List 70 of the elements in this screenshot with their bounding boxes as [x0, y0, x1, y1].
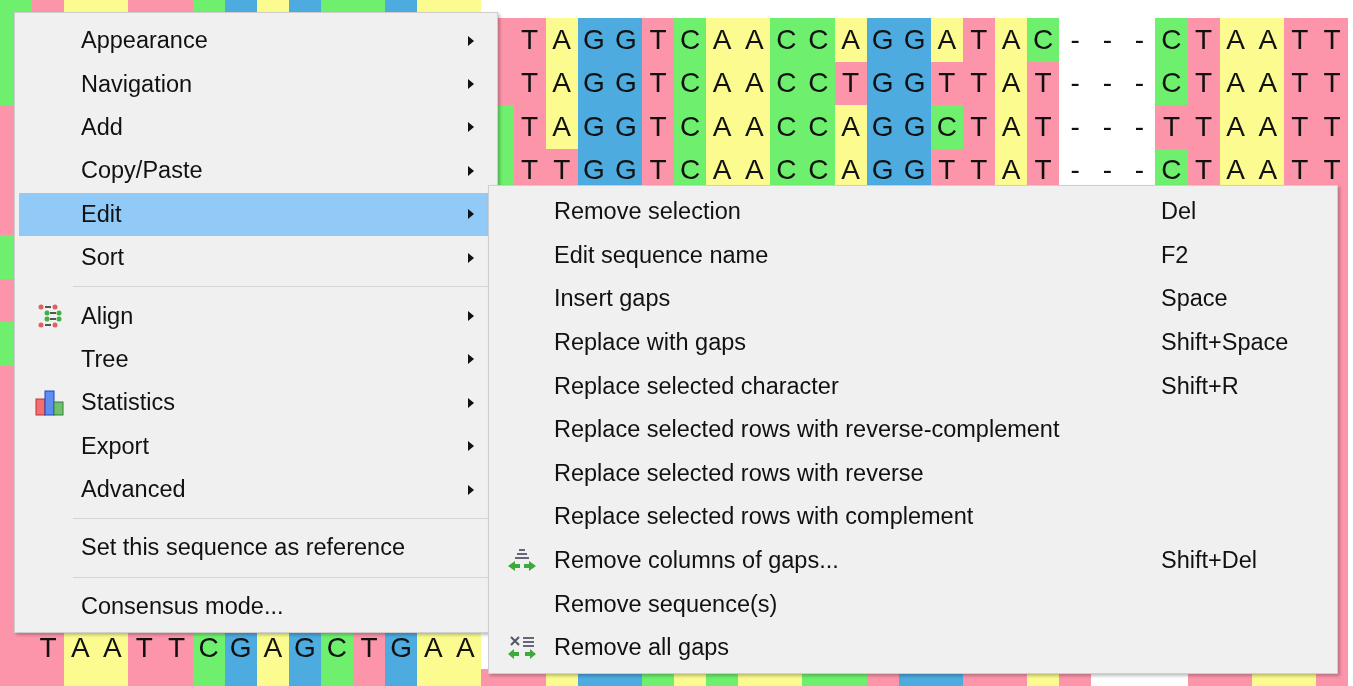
base-cell: A: [738, 18, 771, 62]
base-cell: A: [1251, 18, 1284, 62]
base-cell: C: [770, 18, 803, 62]
base-cell: A: [706, 61, 739, 106]
base-cell: C: [1155, 61, 1188, 106]
base-cell: T: [513, 18, 546, 62]
base-cell: C: [930, 105, 963, 149]
menu-item[interactable]: Appearance: [19, 19, 493, 63]
base-cell: T: [1315, 105, 1348, 149]
shortcut-label: Shift+Space: [1161, 329, 1289, 357]
base-cell: C: [674, 18, 707, 62]
base-cell: A: [738, 61, 771, 106]
base-cell: T: [962, 105, 995, 149]
base-cell: T: [1027, 105, 1060, 149]
menu-item[interactable]: Remove all gaps: [489, 625, 1337, 670]
base-cell: A: [994, 18, 1028, 62]
base-cell: A: [738, 105, 771, 149]
base-cell: A: [834, 105, 867, 149]
menu-item[interactable]: Add: [19, 105, 493, 150]
base-cell: T: [1155, 105, 1188, 149]
shortcut-label: Del: [1161, 198, 1197, 226]
base-cell: C: [770, 105, 803, 149]
base-cell: C: [802, 61, 835, 106]
base-cell: A: [706, 18, 739, 62]
base-cell: C: [802, 105, 835, 149]
base-cell: G: [898, 105, 931, 149]
base-cell: G: [577, 105, 610, 149]
base-cell: A: [1219, 105, 1252, 149]
base-cell: T: [962, 18, 995, 62]
shortcut-label: Shift+R: [1161, 372, 1239, 400]
base-cell: T: [1027, 61, 1060, 106]
base-cell: C: [1155, 18, 1188, 62]
shortcut-label: F2: [1161, 241, 1189, 269]
base-cell: G: [866, 105, 899, 149]
base-cell: T: [1283, 18, 1316, 62]
base-cell: A: [1251, 105, 1284, 149]
base-cell: A: [994, 105, 1028, 149]
base-cell: C: [674, 105, 707, 149]
base-cell: C: [802, 18, 835, 62]
base-cell: G: [609, 105, 642, 149]
base-cell: G: [609, 18, 642, 62]
menu-item[interactable]: Remove sequence(s): [489, 582, 1337, 626]
base-cell: T: [1283, 105, 1316, 149]
base-cell: A: [545, 105, 578, 149]
base-cell: G: [898, 18, 931, 62]
base-cell: C: [674, 61, 707, 106]
align-icon: [37, 303, 63, 330]
base-cell: G: [866, 18, 899, 62]
base-cell: T: [1315, 18, 1348, 62]
base-cell: T: [641, 18, 675, 62]
base-cell: T: [1187, 18, 1220, 62]
shortcut-label: Space: [1161, 285, 1228, 313]
base-cell: C: [770, 61, 803, 106]
base-cell: C: [1027, 18, 1060, 62]
base-cell: A: [1219, 18, 1252, 62]
base-cell: A: [545, 18, 578, 62]
menu-item[interactable]: Copy/Paste: [19, 149, 493, 193]
bar-chart-icon: [35, 389, 65, 416]
base-cell: A: [930, 18, 963, 62]
arrows-icon: [506, 547, 537, 574]
menu-item[interactable]: Navigation: [19, 62, 493, 106]
base-cell: T: [641, 105, 675, 149]
arrows-icon: [506, 634, 537, 661]
shortcut-label: Shift+Del: [1161, 547, 1257, 575]
base-cell: T: [1187, 105, 1220, 149]
base-cell: A: [706, 105, 739, 149]
menu-item[interactable]: Remove columns of gaps... Shift+Del: [489, 538, 1337, 583]
base-cell: T: [513, 105, 546, 149]
base-cell: G: [577, 18, 610, 62]
base-cell: A: [834, 18, 867, 62]
